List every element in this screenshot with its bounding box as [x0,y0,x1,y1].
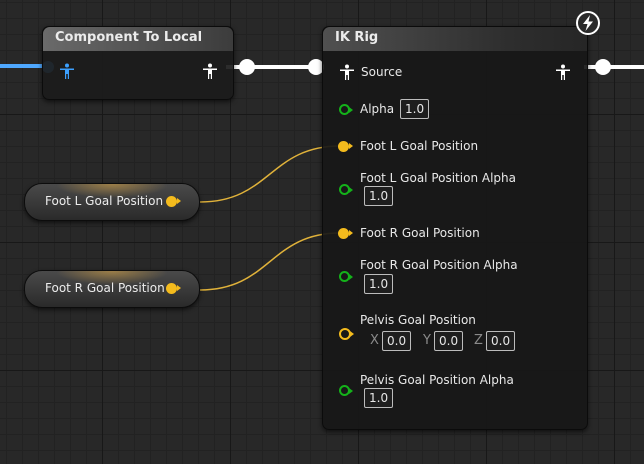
node-header[interactable]: Component To Local [43,27,233,51]
node-title: IK Rig [335,30,379,45]
float-pin-icon[interactable] [339,184,353,195]
wire-reroute-knot[interactable] [239,59,255,75]
float-pin-icon[interactable] [339,104,353,115]
vector-pin-icon[interactable] [166,283,181,294]
ik-rig-node[interactable]: IK Rig Source Alpha 1.0 Foot L Goal Posi… [322,26,588,430]
lightning-icon [576,11,600,35]
pelvis-goal-pin-label: Pelvis Goal Position [360,313,476,327]
vector-pin-icon[interactable] [338,141,353,152]
foot-l-goal-variable-node[interactable]: Foot L Goal Position [24,183,200,221]
foot-l-alpha-value-field[interactable]: 1.0 [364,186,394,206]
vector-wire-foot-l[interactable] [199,145,341,203]
component-to-local-node[interactable]: Component To Local [42,26,234,100]
float-pin-icon[interactable] [339,271,353,282]
vector-pin-icon[interactable] [339,328,354,340]
person-icon[interactable] [339,64,355,80]
foot-r-alpha-pin-label: Foot R Goal Position Alpha [360,258,518,272]
pelvis-z-label: Z [474,333,483,348]
wire-reroute-knot[interactable] [595,59,611,75]
foot-l-goal-pin-label: Foot L Goal Position [360,139,479,153]
pelvis-x-label: X [370,333,379,348]
node-header[interactable]: IK Rig [323,27,587,51]
pelvis-alpha-pin-label: Pelvis Goal Position Alpha [360,373,514,387]
person-icon[interactable] [555,64,571,80]
vector-pin-icon[interactable] [338,228,353,239]
vector-pin-icon[interactable] [166,196,181,207]
alpha-pin-label: Alpha [360,102,395,116]
alpha-value-field[interactable]: 1.0 [400,99,430,119]
foot-r-alpha-value-field[interactable]: 1.0 [364,274,394,294]
node-title: Component To Local [55,30,203,45]
pelvis-alpha-value-field[interactable]: 1.0 [364,388,394,408]
foot-r-goal-pin-label: Foot R Goal Position [360,226,480,240]
pelvis-y-label: Y [423,333,431,348]
float-pin-icon[interactable] [339,385,353,396]
pelvis-z-value-field[interactable]: 0.0 [486,331,516,351]
variable-label: Foot L Goal Position [45,194,164,208]
pelvis-x-value-field[interactable]: 0.0 [382,331,412,351]
foot-r-goal-variable-node[interactable]: Foot R Goal Position [24,270,200,308]
foot-l-alpha-pin-label: Foot L Goal Position Alpha [360,171,516,185]
person-icon[interactable] [59,63,75,79]
variable-label: Foot R Goal Position [45,281,165,295]
pelvis-y-value-field[interactable]: 0.0 [434,331,464,351]
person-icon[interactable] [202,63,218,79]
source-pin-label: Source [361,65,403,79]
vector-wire-foot-r[interactable] [199,232,341,291]
